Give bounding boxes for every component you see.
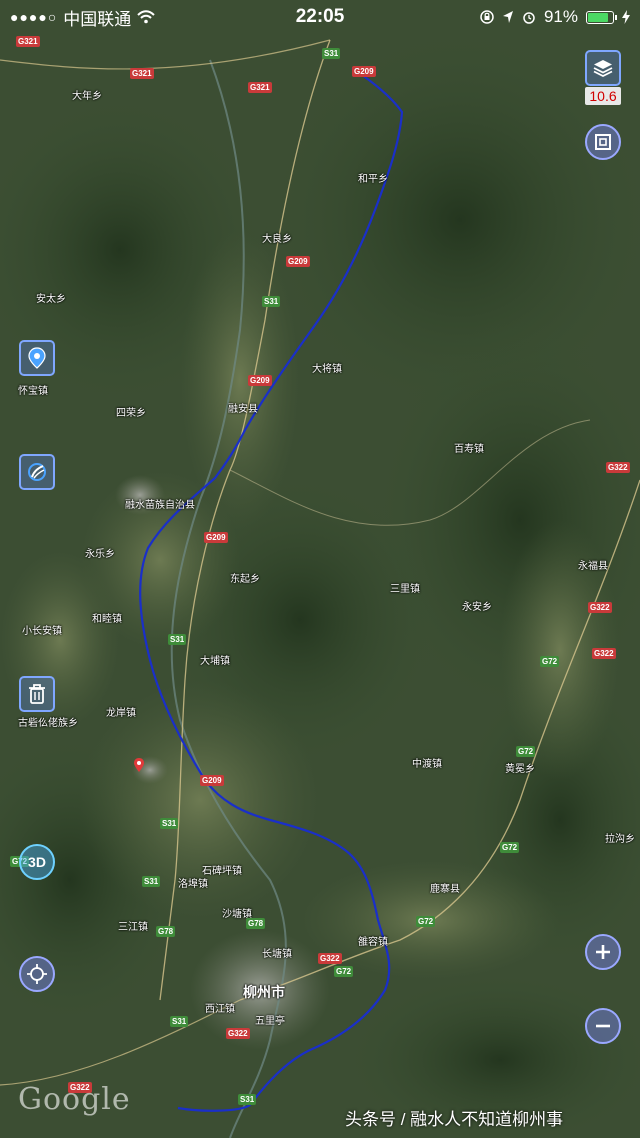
place-label: 大将镇 xyxy=(312,364,342,375)
road-shield: G78 xyxy=(246,918,266,929)
road-shield: G322 xyxy=(592,648,616,659)
battery-percent: 91% xyxy=(543,7,578,26)
place-label: 大良乡 xyxy=(262,234,292,245)
layers-icon xyxy=(593,60,613,78)
google-attribution: Google xyxy=(18,1082,131,1117)
road-shield: G321 xyxy=(16,36,40,47)
track-button[interactable] xyxy=(19,454,55,490)
place-label: 和平乡 xyxy=(358,174,388,185)
place-label: 大埔镇 xyxy=(200,656,230,667)
place-label: 石碑坪镇 xyxy=(202,866,242,877)
place-label: 三里镇 xyxy=(390,584,420,595)
road-shield: G209 xyxy=(200,775,224,786)
place-label: 三江镇 xyxy=(118,922,148,933)
layers-button[interactable] xyxy=(585,50,621,86)
place-label: 东起乡 xyxy=(230,574,260,585)
road-shield: G209 xyxy=(286,256,310,267)
plus-icon xyxy=(596,945,610,959)
zoom-level-badge: 10.6 xyxy=(585,87,621,105)
road-shield: G78 xyxy=(156,926,176,937)
place-label: 古砦仫佬族乡 xyxy=(18,718,78,729)
road-shield: G72 xyxy=(334,966,354,977)
road-shield: S31 xyxy=(322,48,341,59)
carrier-name: 中国联通 xyxy=(63,9,132,29)
road-shield: S31 xyxy=(238,1094,257,1105)
trash-icon xyxy=(29,684,45,704)
location-pin-icon xyxy=(28,347,46,369)
add-marker-button[interactable] xyxy=(19,340,55,376)
place-label: 融安县 xyxy=(228,404,258,415)
place-label: 五里亭 xyxy=(255,1016,285,1027)
road-shield: G209 xyxy=(248,375,272,386)
fullscreen-button[interactable] xyxy=(585,124,621,160)
zoom-in-button[interactable] xyxy=(585,934,621,970)
road-shield: G322 xyxy=(606,462,630,473)
3d-button[interactable]: 3D xyxy=(19,844,55,880)
map-marker-icon[interactable] xyxy=(134,758,144,772)
three-d-label: 3D xyxy=(19,844,55,880)
place-label: 永安乡 xyxy=(462,602,492,613)
place-label: 拉沟乡 xyxy=(605,834,635,845)
road-shield: S31 xyxy=(262,296,281,307)
road-shield: G72 xyxy=(500,842,520,853)
road-shield: S31 xyxy=(170,1016,189,1027)
road-shield: G321 xyxy=(248,82,272,93)
place-label: 西江镇 xyxy=(205,1004,235,1015)
locate-button[interactable] xyxy=(19,956,55,992)
charging-bolt-icon xyxy=(622,10,630,24)
alarm-icon xyxy=(523,12,535,24)
road-shield: G72 xyxy=(416,916,436,927)
battery-fill xyxy=(588,12,608,22)
location-arrow-icon xyxy=(502,11,513,23)
city-label-liuzhou: 柳州市 xyxy=(243,984,285,1000)
place-label: 长塘镇 xyxy=(262,949,292,960)
place-label: 永乐乡 xyxy=(85,549,115,560)
battery-icon xyxy=(586,10,617,24)
road-shield: G322 xyxy=(318,953,342,964)
crosshair-icon xyxy=(27,964,47,984)
place-label: 小长安镇 xyxy=(22,626,62,637)
road-shield: S31 xyxy=(168,634,187,645)
place-label: 洛埠镇 xyxy=(178,879,208,890)
zoom-out-button[interactable] xyxy=(585,1008,621,1044)
place-label: 融水苗族自治县 xyxy=(125,500,195,511)
compass-icon xyxy=(28,463,46,481)
place-label: 百寿镇 xyxy=(454,444,484,455)
delete-button[interactable] xyxy=(19,676,55,712)
road-shield: G209 xyxy=(204,532,228,543)
road-shield: G322 xyxy=(588,602,612,613)
place-label: 永福县 xyxy=(578,561,608,572)
rotation-lock-icon xyxy=(480,10,494,24)
place-label: 和睦镇 xyxy=(92,614,122,625)
wifi-icon xyxy=(137,10,155,24)
place-label: 龙岸镇 xyxy=(106,708,136,719)
place-label: 黄冕乡 xyxy=(505,764,535,775)
map-canvas xyxy=(0,0,640,1138)
place-label: 鹿寨县 xyxy=(430,884,460,895)
minus-icon xyxy=(596,1024,610,1028)
road-shield: G321 xyxy=(130,68,154,79)
road-shield: G209 xyxy=(352,66,376,77)
watermark-text: 头条号 / 融水人不知道柳州事 xyxy=(345,1110,564,1129)
road-shield: G72 xyxy=(540,656,560,667)
road-shield: G322 xyxy=(226,1028,250,1039)
place-label: 雒容镇 xyxy=(358,937,388,948)
fullscreen-icon xyxy=(595,134,611,150)
place-label: 安太乡 xyxy=(36,294,66,305)
road-shield: S31 xyxy=(160,818,179,829)
place-label: 大年乡 xyxy=(72,91,102,102)
road-shield: G72 xyxy=(516,746,536,757)
place-label: 怀宝镇 xyxy=(18,386,48,397)
place-label: 中渡镇 xyxy=(412,759,442,770)
signal-strength-icon: ●●●●○ xyxy=(10,9,58,25)
status-bar: ●●●●○ 中国联通 22:05 91% xyxy=(0,0,640,34)
place-label: 四荣乡 xyxy=(116,408,146,419)
satellite-map[interactable]: 融水苗族自治县 三江镇 永乐乡 和睦镇 东起乡 长塘镇 沙塘镇 石碑坪镇 洛埠镇… xyxy=(0,0,640,1138)
road-shield: S31 xyxy=(142,876,161,887)
